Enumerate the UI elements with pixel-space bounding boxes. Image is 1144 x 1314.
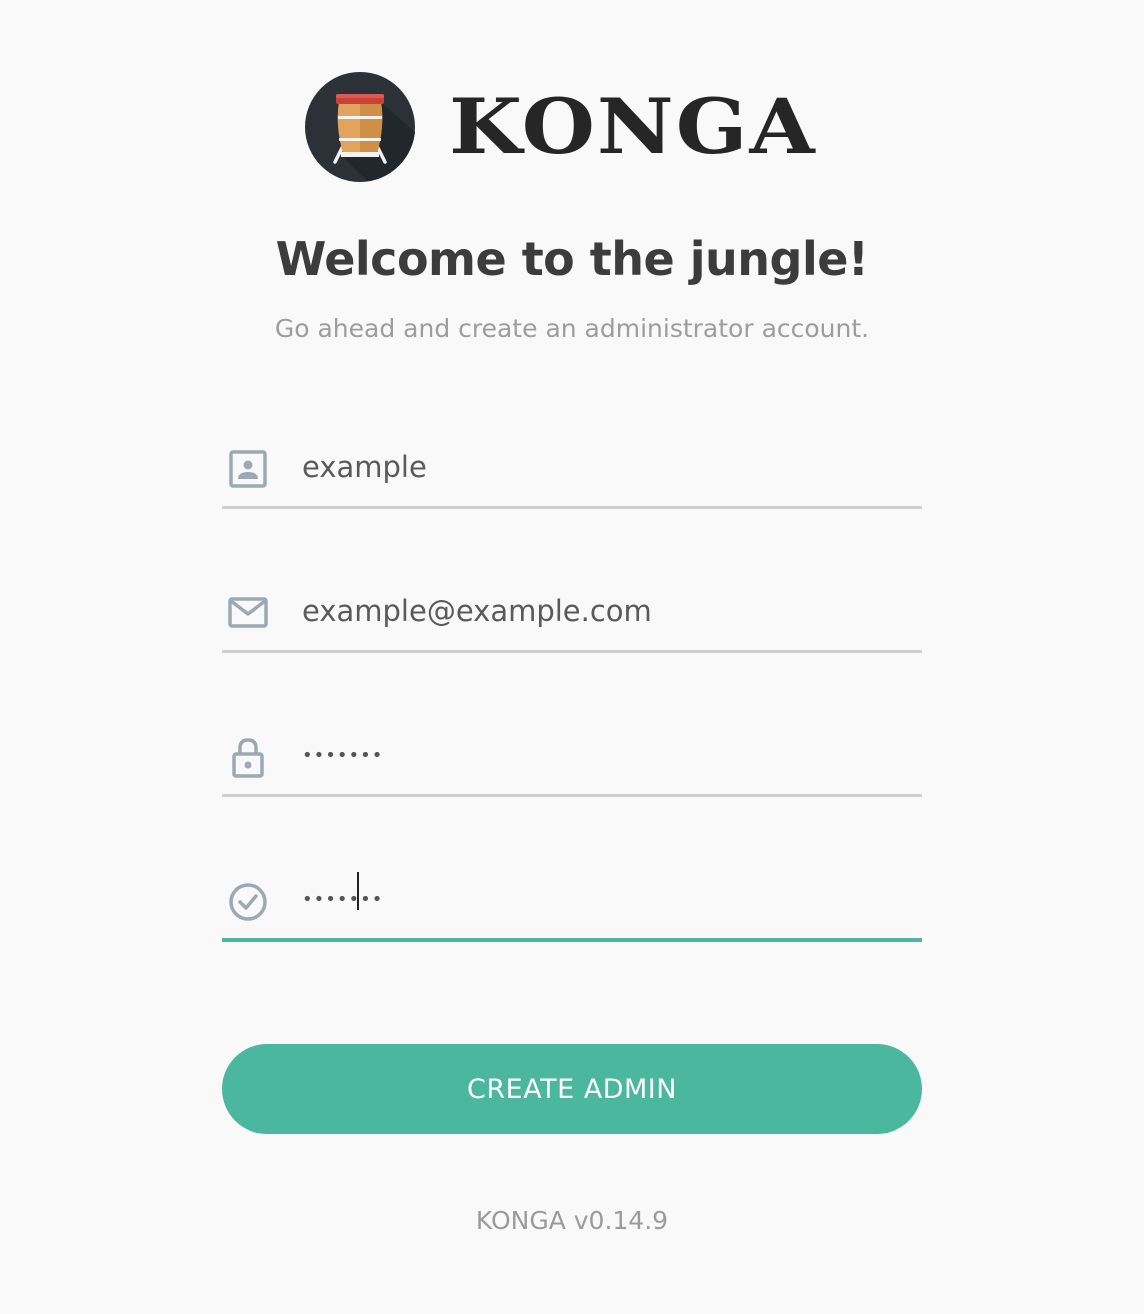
conga-drum-icon [305, 72, 415, 182]
password-input[interactable] [302, 728, 912, 782]
confirm-password-input[interactable] [302, 872, 912, 926]
text-cursor [357, 872, 359, 910]
email-input[interactable] [302, 584, 912, 638]
envelope-icon [228, 597, 268, 628]
confirm-password-field [222, 860, 922, 942]
email-field [222, 572, 922, 653]
user-card-icon [229, 450, 267, 488]
username-input[interactable] [302, 440, 912, 494]
version-label: KONGA v0.14.9 [475, 1206, 669, 1235]
lock-icon [232, 738, 264, 778]
password-field [222, 716, 922, 797]
create-admin-button[interactable]: CREATE ADMIN [222, 1044, 922, 1134]
page-title: Welcome to the jungle! [275, 232, 869, 286]
konga-logo: KONGA [305, 72, 817, 182]
check-circle-icon [229, 883, 267, 921]
brand-name: KONGA [449, 82, 817, 172]
page-subtitle: Go ahead and create an administrator acc… [274, 314, 870, 343]
username-field [222, 428, 922, 509]
